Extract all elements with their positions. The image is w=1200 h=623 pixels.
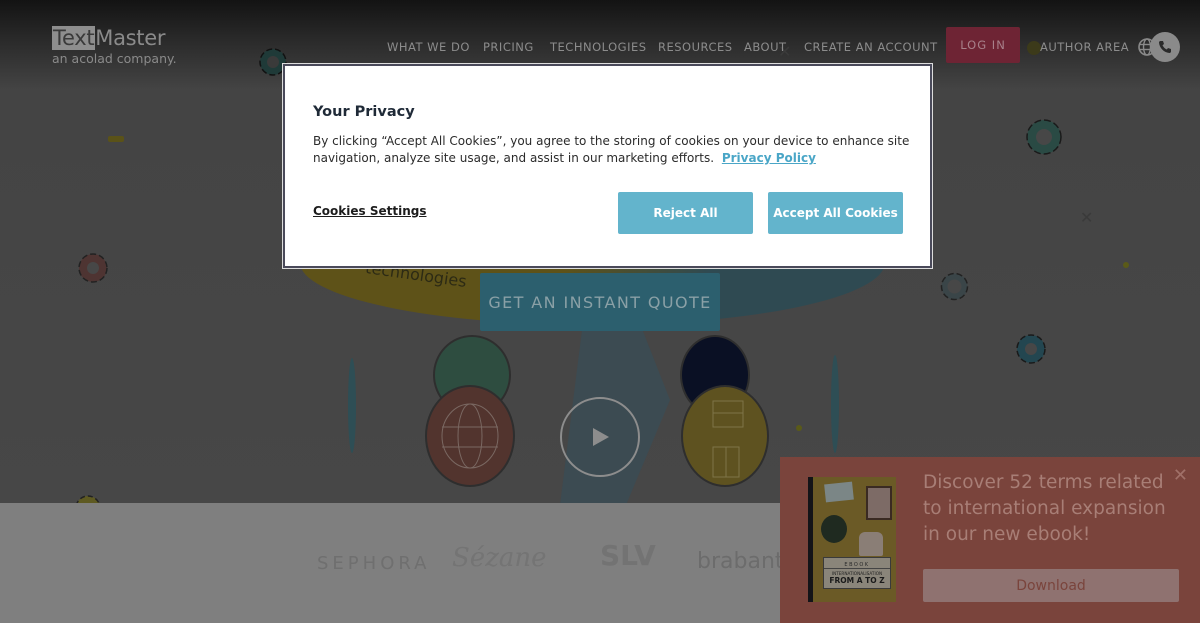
book-kicker: EBOOK xyxy=(824,562,890,569)
logo-tagline: an acolad company. xyxy=(52,51,177,66)
dot-decoration xyxy=(1123,262,1129,268)
gear-icon xyxy=(1016,334,1046,364)
play-video-button[interactable] xyxy=(560,397,640,477)
login-button[interactable]: LOG IN xyxy=(946,27,1020,63)
download-button[interactable]: Download xyxy=(923,569,1179,602)
accept-all-cookies-button[interactable]: Accept All Cookies xyxy=(768,192,903,234)
logo-rest: Master xyxy=(95,26,166,50)
nav-author-area[interactable]: AUTHOR AREA xyxy=(1040,40,1129,54)
book-frame-decoration xyxy=(866,486,892,520)
cross-decoration-icon: ✕ xyxy=(1080,208,1094,227)
illustration-leaf xyxy=(831,355,839,453)
nav-create-account[interactable]: CREATE AN ACCOUNT xyxy=(804,40,938,54)
instant-quote-button[interactable]: GET AN INSTANT QUOTE xyxy=(480,273,720,331)
box-drawing-icon xyxy=(712,400,744,478)
logo-highlight: Text xyxy=(52,26,96,50)
dialog-body-text: By clicking “Accept All Cookies”, you ag… xyxy=(313,134,910,165)
dialog-description: By clicking “Accept All Cookies”, you ag… xyxy=(313,133,913,167)
gear-icon xyxy=(1026,119,1062,155)
nav-pricing[interactable]: PRICING xyxy=(483,40,534,54)
logo-wordmark: TextMaster xyxy=(52,26,177,50)
phone-button[interactable] xyxy=(1150,32,1180,62)
cookie-consent-dialog: Your Privacy By clicking “Accept All Coo… xyxy=(283,64,932,268)
ebook-promo-banner: ✕ EBOOK INTERNATIONALISATION FROM A TO Z… xyxy=(780,457,1200,623)
book-plant-decoration xyxy=(821,515,847,543)
privacy-policy-link[interactable]: Privacy Policy xyxy=(722,151,816,165)
nav-technologies[interactable]: TECHNOLOGIES xyxy=(550,40,647,54)
book-title: FROM A TO Z xyxy=(829,575,885,585)
nav-what-we-do[interactable]: WHAT WE DO xyxy=(387,40,470,54)
ebook-cover-image: EBOOK INTERNATIONALISATION FROM A TO Z xyxy=(808,477,896,602)
logo-slv: SLV xyxy=(600,539,656,572)
cookies-settings-link[interactable]: Cookies Settings xyxy=(313,204,427,218)
promo-headline: Discover 52 terms related to internation… xyxy=(923,472,1166,545)
nav-resources[interactable]: RESOURCES xyxy=(658,40,733,54)
logo-sezane: Sézane xyxy=(452,543,547,573)
textmaster-logo[interactable]: TextMaster an acolad company. xyxy=(52,26,177,67)
play-icon xyxy=(593,428,609,446)
dot-decoration xyxy=(1027,41,1041,55)
book-map-decoration xyxy=(824,481,854,503)
illustration-leaf xyxy=(348,358,356,453)
illustration-disc-globe xyxy=(425,385,515,487)
dot-decoration xyxy=(108,136,124,142)
gear-icon xyxy=(76,495,100,503)
reject-all-button[interactable]: Reject All xyxy=(618,192,753,234)
gear-icon xyxy=(78,253,108,283)
book-title-label: EBOOK INTERNATIONALISATION FROM A TO Z xyxy=(823,557,891,589)
phone-icon xyxy=(1159,41,1171,53)
nav-about[interactable]: ABOUT xyxy=(744,40,787,54)
globe-drawing-icon xyxy=(441,403,499,469)
illustration-disc-yellow xyxy=(681,385,769,487)
gear-icon xyxy=(940,272,969,301)
book-chair-decoration xyxy=(859,532,883,556)
logo-sephora: SEPHORA xyxy=(317,553,431,574)
dialog-title: Your Privacy xyxy=(313,104,415,120)
dot-decoration xyxy=(796,425,802,431)
